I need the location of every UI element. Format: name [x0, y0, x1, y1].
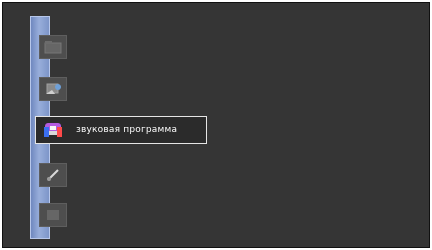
menu-item-selected[interactable]: звуковая программа	[35, 116, 207, 144]
tools-icon	[39, 163, 67, 187]
folder-icon	[39, 35, 67, 59]
osd-screen: звуковая программа	[2, 2, 430, 248]
menu-item-1[interactable]	[35, 33, 71, 61]
menu-item-label: звуковая программа	[76, 125, 178, 135]
display-settings-icon	[39, 77, 67, 101]
audio-program-icon	[36, 117, 70, 143]
blank-item-icon	[39, 203, 67, 227]
menu-item-4[interactable]	[35, 161, 71, 189]
menu-item-5[interactable]	[35, 201, 71, 229]
menu-item-2[interactable]	[35, 75, 71, 103]
